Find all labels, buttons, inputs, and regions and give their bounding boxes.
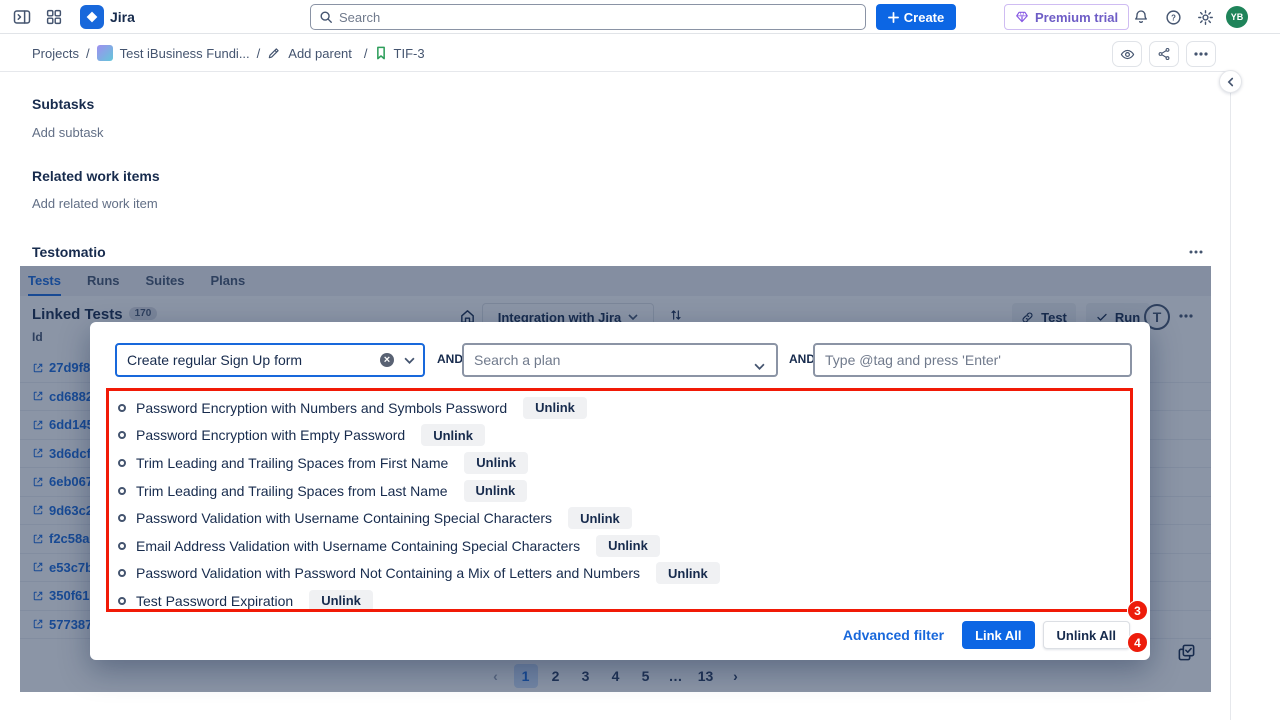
unlink-button[interactable]: Unlink xyxy=(421,424,485,446)
unlink-button[interactable]: Unlink xyxy=(309,590,373,612)
sidebar-toggle-icon[interactable] xyxy=(12,7,32,27)
bullet-icon xyxy=(118,459,126,467)
test-title: Password Validation with Username Contai… xyxy=(136,510,552,526)
add-related-work-item-button[interactable]: Add related work item xyxy=(32,196,158,211)
unlink-all-button[interactable]: Unlink All xyxy=(1043,621,1130,649)
bullet-icon xyxy=(118,431,126,439)
list-item: Password Encryption with Empty Password U… xyxy=(118,422,720,450)
test-title: Password Validation with Password Not Co… xyxy=(136,565,640,581)
test-title: Email Address Validation with Username C… xyxy=(136,538,580,554)
plus-icon xyxy=(888,12,899,23)
header-divider xyxy=(0,71,1230,72)
unlink-button[interactable]: Unlink xyxy=(568,507,632,529)
test-title: Trim Leading and Trailing Spaces from Fi… xyxy=(136,455,448,471)
advanced-filter-link[interactable]: Advanced filter xyxy=(843,627,944,643)
breadcrumb: Projects / Test iBusiness Fundi... / Add… xyxy=(32,41,425,65)
list-item: Password Encryption with Numbers and Sym… xyxy=(118,394,720,422)
list-item: Trim Leading and Trailing Spaces from La… xyxy=(118,477,720,505)
share-button[interactable] xyxy=(1149,41,1179,67)
annotation-badge-3: 3 xyxy=(1127,600,1148,621)
test-filter-combobox[interactable]: Create regular Sign Up form × xyxy=(115,343,425,377)
app-grid-icon[interactable] xyxy=(44,7,64,27)
create-button-label: Create xyxy=(904,10,944,25)
project-avatar-icon xyxy=(97,45,113,61)
subtasks-title: Subtasks xyxy=(32,96,94,112)
breadcrumb-issue-key[interactable]: TIF-3 xyxy=(394,46,425,61)
link-tests-modal: Create regular Sign Up form × AND AND Pa… xyxy=(90,322,1150,660)
breadcrumb-separator: / xyxy=(257,46,261,61)
test-title: Test Password Expiration xyxy=(136,593,293,609)
breadcrumb-separator: / xyxy=(86,46,90,61)
right-panel-divider xyxy=(1230,71,1231,720)
add-parent-button[interactable]: Add parent xyxy=(288,46,352,61)
add-subtask-button[interactable]: Add subtask xyxy=(32,125,104,140)
bell-icon[interactable] xyxy=(1132,8,1150,26)
and-label: AND xyxy=(789,352,815,366)
search-input[interactable] xyxy=(339,10,857,25)
bookmark-icon xyxy=(375,46,387,60)
list-item: Password Validation with Password Not Co… xyxy=(118,560,720,588)
test-title: Trim Leading and Trailing Spaces from La… xyxy=(136,483,448,499)
unlink-button[interactable]: Unlink xyxy=(464,452,528,474)
premium-trial-label: Premium trial xyxy=(1035,10,1118,25)
jira-window: Jira Create Premium trial ? YB xyxy=(0,0,1280,720)
gear-icon[interactable] xyxy=(1196,8,1214,26)
eye-icon xyxy=(1120,47,1135,62)
bullet-icon xyxy=(118,487,126,495)
gem-icon xyxy=(1015,10,1029,24)
watch-button[interactable] xyxy=(1112,41,1142,67)
more-actions-button[interactable] xyxy=(1186,41,1216,67)
breadcrumb-separator: / xyxy=(364,46,368,61)
svg-text:?: ? xyxy=(1171,13,1176,22)
list-item: Trim Leading and Trailing Spaces from Fi… xyxy=(118,449,720,477)
breadcrumb-project[interactable]: Test iBusiness Fundi... xyxy=(120,46,250,61)
bullet-icon xyxy=(118,597,126,605)
avatar[interactable]: YB xyxy=(1226,6,1248,28)
bullet-icon xyxy=(118,569,126,577)
unlink-button[interactable]: Unlink xyxy=(464,480,528,502)
list-item: Test Password Expiration Unlink xyxy=(118,587,720,615)
and-label: AND xyxy=(437,352,463,366)
list-item: Password Validation with Username Contai… xyxy=(118,504,720,532)
linked-tests-list: Password Encryption with Numbers and Sym… xyxy=(118,394,720,615)
collapse-panel-button[interactable] xyxy=(1219,70,1242,93)
list-item: Email Address Validation with Username C… xyxy=(118,532,720,560)
plan-search-input[interactable] xyxy=(462,343,778,377)
bullet-icon xyxy=(118,542,126,550)
test-title: Password Encryption with Numbers and Sym… xyxy=(136,400,507,416)
unlink-button[interactable]: Unlink xyxy=(656,562,720,584)
modal-footer: Advanced filter Link All Unlink All xyxy=(843,621,1130,649)
edit-icon xyxy=(267,46,281,60)
annotation-badge-4: 4 xyxy=(1127,632,1148,653)
global-search[interactable] xyxy=(310,4,866,30)
unlink-button[interactable]: Unlink xyxy=(596,535,660,557)
breadcrumb-projects[interactable]: Projects xyxy=(32,46,79,61)
related-work-items-title: Related work items xyxy=(32,168,160,184)
app-name-label: Jira xyxy=(110,9,135,25)
premium-trial-button[interactable]: Premium trial xyxy=(1004,4,1129,30)
jira-logo[interactable] xyxy=(80,5,104,29)
link-all-button[interactable]: Link All xyxy=(962,621,1034,649)
share-icon xyxy=(1157,47,1171,61)
help-icon[interactable]: ? xyxy=(1164,8,1182,26)
bullet-icon xyxy=(118,514,126,522)
chevron-down-icon[interactable] xyxy=(404,357,415,364)
testomatio-more-icon[interactable] xyxy=(1188,248,1204,256)
unlink-button[interactable]: Unlink xyxy=(523,397,587,419)
test-filter-value: Create regular Sign Up form xyxy=(127,352,380,368)
top-navbar: Jira Create Premium trial ? YB xyxy=(0,0,1280,34)
tag-input[interactable] xyxy=(813,343,1132,377)
clear-icon[interactable]: × xyxy=(380,353,394,367)
ellipsis-icon xyxy=(1194,52,1208,56)
create-button[interactable]: Create xyxy=(876,4,956,30)
chevron-left-icon xyxy=(1226,77,1236,87)
bullet-icon xyxy=(118,404,126,412)
testomatio-title: Testomatio xyxy=(32,244,106,260)
test-title: Password Encryption with Empty Password xyxy=(136,427,405,443)
search-icon xyxy=(319,10,333,24)
